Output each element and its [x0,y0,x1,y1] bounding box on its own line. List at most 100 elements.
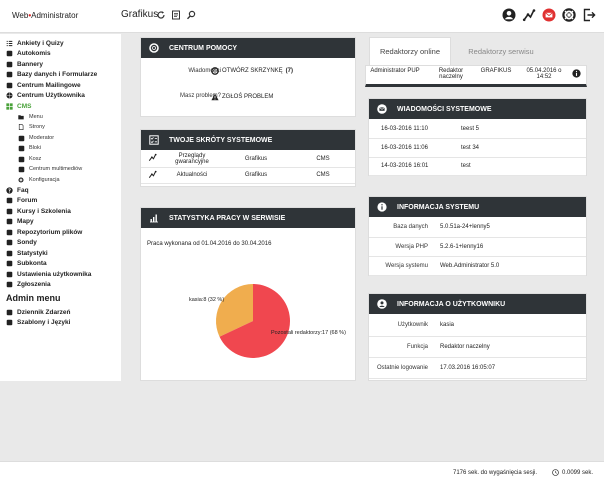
sidebar-item-repozytorium-plików[interactable]: Repozytorium plików [0,227,121,238]
sidebar-item-bannery[interactable]: Bannery [0,59,121,70]
sidebar-item-label: Forum [17,197,38,205]
sidebar-item-moderator[interactable]: Moderator [0,133,121,144]
stats-panel-header: STATYSTYKA PRACY W SERWISIE [141,208,355,228]
sidebar-item-label: Autokomis [17,50,51,58]
mail-icon[interactable] [542,8,556,22]
report-problem-link[interactable]: ZGŁOŚ PROBLEM [211,93,273,101]
sidebar-item-strony[interactable]: Strony [0,122,121,133]
app-logo[interactable]: Web•Administrator [12,11,78,20]
message-text: test 34 [459,138,586,158]
message-date: 16-03-2016 11:10 [369,120,459,139]
sidebar-item-konfiguracja[interactable]: Konfiguracja [0,175,121,186]
sidebar-item-statystyki[interactable]: Statystyki [0,248,121,259]
trash-icon [18,156,25,163]
lifebuoy-icon [149,43,159,53]
grid-icon [6,103,13,110]
context-title: Grafikus [121,9,159,20]
shortcut-module: Grafikus [221,167,291,184]
sidebar-item-kursy-i-szkolenia[interactable]: Kursy i Szkolenia [0,206,121,217]
settings-icon [6,271,13,278]
blocks-icon [18,145,25,152]
tickets-icon [6,281,13,288]
sidebar-item-kosz[interactable]: Kosz [0,154,121,165]
sidebar-item-sondy[interactable]: Sondy [0,238,121,249]
info-icon[interactable] [572,69,582,78]
sidebar-item-label: Kursy i Szkolenia [17,207,71,215]
message-date: 16-03-2016 11:06 [369,138,459,158]
message-row[interactable]: 16-03-2016 11:10 teest 5 [369,120,586,139]
sidebar-item-label: Bazy danych i Formularze [17,71,98,79]
notes-icon[interactable] [171,10,181,20]
user-info-header: INFORMACJA O UŻYTKOWNIKU [369,294,586,314]
sidebar-item-cms[interactable]: CMS [0,101,121,112]
session-expiry: 7176 sek. do wygaśnięcia sesji. [453,470,538,476]
sidebar-item-mapy[interactable]: Mapy [0,217,121,228]
info-key: Wersja systemu [369,256,434,276]
message-row[interactable]: 14-03-2016 16:01 test [369,157,586,176]
sidebar-item-label: Kosz [29,155,42,162]
refresh-icon[interactable] [156,10,166,20]
car-icon [6,50,13,57]
lifebuoy-icon[interactable] [562,8,576,22]
network-icon [141,151,163,168]
sidebar-item-bazy-danych-i-formularze[interactable]: Bazy danych i Formularze [0,70,121,81]
sidebar-item-centrum-użytkownika[interactable]: Centrum Użytkownika [0,91,121,102]
editor-module: GRAFIKUS [480,68,512,74]
user-info-row: Użytkownik kasia [369,315,586,337]
lifebuoy-icon [211,67,219,75]
logo-text-left: Web [12,11,29,20]
warning-icon [211,93,219,101]
logout-icon[interactable] [582,8,596,22]
sidebar-item-label: Szablony i Języki [17,319,71,327]
open-inbox-link[interactable]: OTWÓRZ SKRZYNKĘ (7) [211,67,293,75]
pie-label-kasia: kasia:8 (32 %) [189,297,225,303]
sidebar-item-label: Moderator [29,134,55,141]
info-value: Redaktor naczelny [434,336,586,358]
admin-menu-title: Admin menu [6,293,61,303]
sidebar-item-ankiety-i-quizy[interactable]: Ankiety i Quizy [0,38,121,49]
sidebar-item-subkonta[interactable]: Subkonta [0,259,121,270]
sidebar-item-faq[interactable]: ? Faq [0,185,121,196]
tab-editors-site[interactable]: Redaktorzy serwisu [453,37,549,65]
monitor-icon [18,166,25,173]
sidebar-item-forum[interactable]: Forum [0,196,121,207]
poll-icon [6,239,13,246]
sidebar-item-label: Ustawienia użytkownika [17,270,92,278]
sidebar-item-label: Faq [17,186,29,194]
sidebar-item-szablony-i-języki[interactable]: Szablony i Języki [0,318,121,329]
shortcuts-panel-header: TWOJE SKRÓTY SYSTEMOWE [141,130,355,150]
user-info-row: Ostatnie logowanie 17.03.2016 16:05:07 [369,357,586,379]
sidebar-item-menu[interactable]: Menu [0,112,121,123]
sidebar-item-label: Ankiety i Quizy [17,39,64,47]
sidebar-item-label: Subkonta [17,260,47,268]
sidebar-item-zgłoszenia[interactable]: Zgłoszenia [0,280,121,291]
sidebar-item-autokomis[interactable]: Autokomis [0,49,121,60]
sidebar-item-centrum-mailingowe[interactable]: Centrum Mailingowe [0,80,121,91]
editor-role: Administrator PUP [370,68,420,74]
shortcut-row[interactable]: Aktualności Grafikus CMS [141,167,355,184]
user-info-title: INFORMACJA O UŻYTKOWNIKU [397,300,506,308]
editors-tabs: Redaktorzy online Redaktorzy serwisu [365,37,587,65]
shortcut-name: Aktualności [163,167,221,184]
sidebar-item-label: Konfiguracja [29,176,60,183]
render-time: 0.0099 sek. [552,469,593,476]
user-icon[interactable] [502,8,516,22]
sidebar-item-ustawienia-użytkownika[interactable]: Ustawienia użytkownika [0,269,121,280]
mail-icon [6,82,13,89]
sidebar-item-label: Bloki [29,145,41,152]
sidebar-item-centrum-multimediów[interactable]: Centrum multimediów [0,164,121,175]
sidebar-item-label: Repozytorium plików [17,228,83,236]
tab-editors-online[interactable]: Redaktorzy online [369,37,451,65]
network-icon[interactable] [522,8,536,22]
accounts-icon [6,260,13,267]
message-row[interactable]: 16-03-2016 11:06 test 34 [369,138,586,158]
clock-icon [552,469,559,476]
svg-text:?: ? [8,188,11,194]
sidebar-item-dziennik-zdarzeń[interactable]: Dziennik Zdarzeń [0,307,121,318]
shortcut-row[interactable]: Przeglądy gwarancyjne Grafikus CMS [141,151,355,168]
sidebar-item-label: Statystyki [17,249,48,257]
system-messages-panel: WIADOMOŚCI SYSTEMOWE 16-03-2016 11:10 tee… [368,98,587,176]
search-icon[interactable] [186,10,196,20]
log-icon [6,309,13,316]
sidebar-item-bloki[interactable]: Bloki [0,143,121,154]
